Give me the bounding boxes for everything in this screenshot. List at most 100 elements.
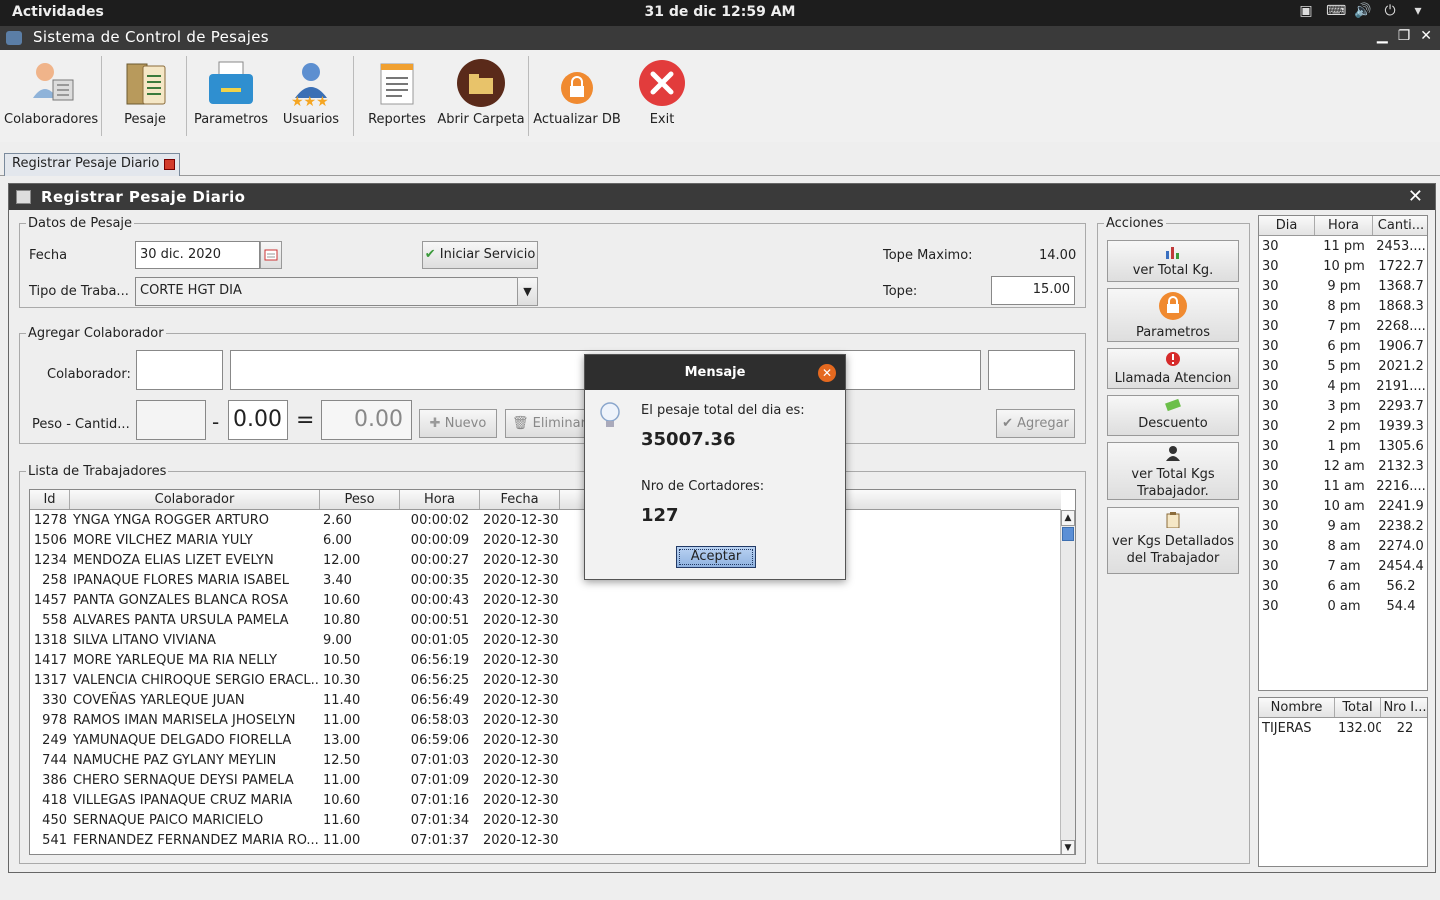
table-row[interactable]: 1417 MORE YARLEQUE MA RIA NELLY 10.50 06:56…	[30, 651, 560, 671]
table-cell: 11 am	[1323, 479, 1365, 494]
volume-icon[interactable]: 🔊	[1354, 3, 1371, 19]
close-icon[interactable]: ✕	[1420, 28, 1432, 44]
tipo-trabajo-select[interactable]: CORTE HGT DIA	[135, 277, 518, 306]
table-row[interactable]: 30 8 am 2274.0	[1259, 537, 1427, 557]
actualizar-db-button[interactable]: Actualizar DB	[532, 58, 622, 138]
tab-registrar-pesaje[interactable]: Registrar Pesaje Diario	[4, 153, 181, 176]
scroll-thumb[interactable]	[1062, 527, 1074, 541]
table-row[interactable]: 30 10 pm 1722.7	[1259, 257, 1427, 277]
scroll-down-icon[interactable]: ▼	[1061, 840, 1075, 854]
table-row[interactable]: 30 6 am 56.2	[1259, 577, 1427, 597]
col-hora[interactable]: Hora	[400, 490, 480, 509]
eliminar-button[interactable]: 🗑 Eliminar	[505, 409, 595, 438]
table-row[interactable]: 30 0 am 54.4	[1259, 597, 1427, 617]
acciones-parametros-button[interactable]: Parametros	[1107, 288, 1239, 342]
table-row[interactable]: 249 YAMUNAQUE DELGADO FIORELLA 13.00 06:59:…	[30, 731, 560, 751]
table-row[interactable]: 30 8 pm 1868.3	[1259, 297, 1427, 317]
descuento-button[interactable]: Descuento	[1107, 395, 1239, 436]
chevron-down-icon[interactable]: ▼	[517, 277, 538, 306]
ver-total-kg-button[interactable]: ver Total Kg.	[1107, 240, 1239, 282]
table-row[interactable]: 258 IPANAQUE FLORES MARIA ISABEL 3.40 00:00…	[30, 571, 560, 591]
table-row[interactable]: 30 9 pm 1368.7	[1259, 277, 1427, 297]
table-cell: 3.40	[323, 573, 352, 588]
frame-close-icon[interactable]: ✕	[1408, 186, 1423, 207]
colaboradores-button[interactable]: Colaboradores	[4, 58, 98, 138]
table-row[interactable]: 744 NAMUCHE PAZ GYLANY MEYLIN 12.50 07:01:0…	[30, 751, 560, 771]
table-row[interactable]: 978 RAMOS IMAN MARISELA JHOSELYN 11.00 06:5…	[30, 711, 560, 731]
table-row[interactable]: 1278 YNGA YNGA ROGGER ARTURO 2.60 00:00:02 2…	[30, 511, 560, 531]
table-row[interactable]: 1318 SILVA LITANO VIVIANA 9.00 00:01:05 2020…	[30, 631, 560, 651]
table-row[interactable]: 30 3 pm 2293.7	[1259, 397, 1427, 417]
scroll-up-icon[interactable]: ▲	[1061, 510, 1075, 526]
workers-scrollbar[interactable]: ▲ ▼	[1060, 510, 1075, 854]
col-colaborador[interactable]: Colaborador	[70, 490, 320, 509]
table-row[interactable]: 418 VILLEGAS IPANAQUE CRUZ MARIA 10.60 07:0…	[30, 791, 560, 811]
calendar-button[interactable]	[260, 241, 282, 269]
dialog-close-icon[interactable]: ✕	[818, 364, 836, 382]
iniciar-servicio-button[interactable]: ✔ Iniciar Servicio	[422, 241, 538, 269]
nuevo-button[interactable]: ✚ Nuevo	[419, 409, 497, 438]
table-row[interactable]: 30 11 pm 2453....	[1259, 237, 1427, 257]
table-row[interactable]: 30 6 pm 1906.7	[1259, 337, 1427, 357]
ver-total-kgs-label-1: ver Total Kgs	[1131, 467, 1215, 482]
table-row[interactable]: 1317 VALENCIA CHIROQUE SERGIO ERACL... 10.…	[30, 671, 560, 691]
table-row[interactable]: 1234 MENDOZA ELIAS LIZET EVELYN 12.00 00:00…	[30, 551, 560, 571]
exit-button[interactable]: Exit	[632, 58, 692, 138]
abrir-carpeta-button[interactable]: Abrir Carpeta	[436, 58, 526, 138]
power-icon[interactable]: ⏻	[1382, 3, 1398, 19]
table-row[interactable]: 558 ALVARES PANTA URSULA PAMELA 10.80 00:00…	[30, 611, 560, 631]
table-row[interactable]: 1457 PANTA GONZALES BLANCA ROSA 10.60 00:00…	[30, 591, 560, 611]
table-row[interactable]: 30 2 pm 1939.3	[1259, 417, 1427, 437]
col-total[interactable]: Total	[1335, 698, 1381, 717]
aceptar-button[interactable]: Aceptar	[676, 546, 756, 568]
tab-close-icon[interactable]	[164, 159, 176, 170]
table-row[interactable]: 541 FERNANDEZ FERNANDEZ MARIA RO... 11.00 0…	[30, 831, 560, 851]
ver-kgs-detallados-button[interactable]: ver Kgs Detallados del Trabajador	[1107, 507, 1239, 574]
col-nro[interactable]: Nro I...	[1381, 698, 1427, 717]
col-dia[interactable]: Dia	[1259, 216, 1315, 235]
keyboard-icon[interactable]: ⌨	[1326, 3, 1346, 19]
parametros-button[interactable]: Parametros	[192, 58, 270, 138]
table-row[interactable]: 30 9 am 2238.2	[1259, 517, 1427, 537]
table-row[interactable]: 450 SERNAQUE PAICO MARICIELO 11.60 07:01:34…	[30, 811, 560, 831]
colaborador-extra-field[interactable]	[988, 350, 1075, 390]
table-row[interactable]: 30 7 am 2454.4	[1259, 557, 1427, 577]
minimize-icon[interactable]: ▁	[1377, 28, 1388, 44]
table-row[interactable]: 30 10 am 2241.9	[1259, 497, 1427, 517]
agregar-button[interactable]: ✔ Agregar	[996, 409, 1075, 438]
usuarios-button[interactable]: ★★★ Usuarios	[278, 58, 344, 138]
table-row[interactable]: 386 CHERO SERNAQUE DEYSI PAMELA 11.00 07:01…	[30, 771, 560, 791]
chevron-down-icon[interactable]: ▾	[1410, 3, 1426, 19]
table-row[interactable]: 1506 MORE VILCHEZ MARIA YULY 6.00 00:00:09 2…	[30, 531, 560, 551]
col-hora[interactable]: Hora	[1315, 216, 1373, 235]
col-fecha[interactable]: Fecha	[480, 490, 560, 509]
colaborador-id-field[interactable]	[136, 350, 223, 390]
table-row[interactable]: 30 12 am 2132.3	[1259, 457, 1427, 477]
table-row[interactable]: 30 5 pm 2021.2	[1259, 357, 1427, 377]
screen-icon[interactable]: ▣	[1298, 3, 1314, 19]
col-id[interactable]: Id	[30, 490, 70, 509]
tope-field[interactable]: 15.00	[991, 276, 1075, 305]
actualizar-db-label: Actualizar DB	[533, 112, 621, 127]
col-peso[interactable]: Peso	[320, 490, 400, 509]
equals-sign: =	[296, 408, 315, 433]
ver-total-kgs-trabajador-button[interactable]: ver Total Kgs Trabajador.	[1107, 442, 1239, 500]
peso-bruto-field[interactable]	[136, 400, 206, 440]
col-cantidad[interactable]: Canti...	[1373, 216, 1427, 235]
col-nombre[interactable]: Nombre	[1259, 698, 1335, 717]
table-cell: CHERO SERNAQUE DEYSI PAMELA	[73, 773, 294, 788]
reportes-button[interactable]: Reportes	[362, 58, 432, 138]
table-row[interactable]: TIJERAS 132.00 22	[1259, 719, 1427, 739]
table-row[interactable]: 30 11 am 2216....	[1259, 477, 1427, 497]
clock[interactable]: 31 de dic 12:59 AM	[0, 4, 1440, 20]
table-row[interactable]: 30 7 pm 2268....	[1259, 317, 1427, 337]
fecha-field[interactable]: 30 dic. 2020	[135, 241, 260, 269]
pesaje-button[interactable]: Pesaje	[108, 58, 182, 138]
table-row[interactable]: 30 1 pm 1305.6	[1259, 437, 1427, 457]
table-row[interactable]: 330 COVEÑAS YARLEQUE JUAN 11.40 06:56:49 202…	[30, 691, 560, 711]
peso-tara-field[interactable]: 0.00	[228, 400, 288, 440]
maximize-icon[interactable]: ❐	[1398, 28, 1411, 44]
llamada-atencion-button[interactable]: Llamada Atencion	[1107, 348, 1239, 389]
table-row[interactable]: 30 4 pm 2191....	[1259, 377, 1427, 397]
table-cell: 1457	[33, 593, 67, 608]
